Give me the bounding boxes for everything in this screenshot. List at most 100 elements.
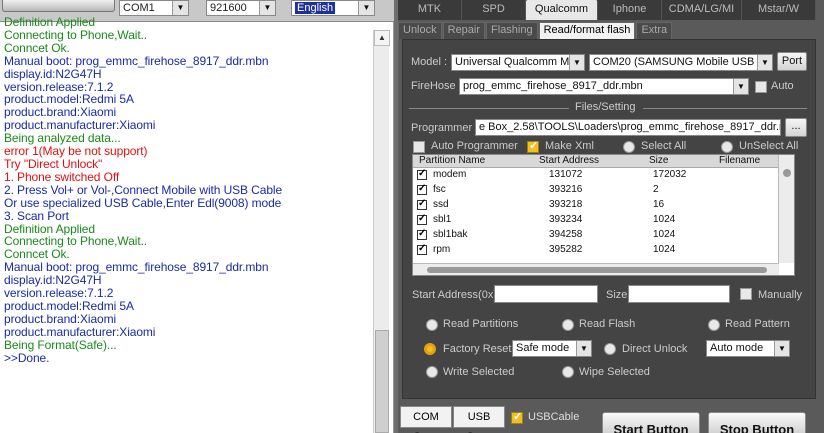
row-checkbox[interactable] — [417, 197, 427, 211]
tab-iphone[interactable]: Iphone — [598, 0, 662, 20]
tab-read-format-flash[interactable]: Read/format flash — [538, 22, 636, 39]
row-checkbox[interactable] — [417, 182, 427, 196]
firehose-value: prog_emmc_firehose_8917_ddr.mbn — [463, 80, 643, 92]
model-select[interactable]: Universal Qualcomm Met ▼ — [451, 54, 585, 71]
factory-reset-radio[interactable] — [424, 343, 436, 355]
col-partition-name[interactable]: Partition Name — [419, 155, 485, 167]
table-row[interactable]: ssd 393218 16 — [413, 197, 779, 212]
programmer-path-field[interactable]: e Box_2.58\TOOLS\Loaders\prog_emmc_fireh… — [475, 119, 781, 136]
log-scrollbar[interactable]: ▲ — [373, 30, 390, 433]
cell-size: 2 — [653, 184, 659, 195]
tab-flashing[interactable]: Flashing — [486, 22, 538, 39]
auto-programmer-checkbox[interactable] — [413, 141, 425, 153]
partition-table-header: Partition Name Start Address Size Filena… — [413, 155, 779, 168]
cell-name: sbl1bak — [433, 229, 468, 240]
cell-size: 16 — [653, 199, 665, 210]
auto-checkbox[interactable] — [755, 81, 767, 93]
chevron-down-icon: ▼ — [569, 55, 584, 70]
connect-button[interactable] — [2, 0, 115, 12]
log-line: version.release:7.1.2 — [4, 80, 114, 94]
read-flash-radio[interactable] — [562, 319, 574, 331]
read-pattern-label: Read Pattern — [725, 318, 790, 330]
cell-start: 394258 — [549, 229, 583, 240]
port-select[interactable]: COM1 ▼ — [119, 0, 189, 16]
row-checkbox[interactable] — [417, 167, 427, 181]
partition-hscrollbar[interactable] — [413, 263, 779, 275]
sub-tabs: Unlock Repair Flashing Read/format flash… — [398, 22, 673, 39]
log-line: product.brand:Xiaomi — [4, 106, 117, 120]
tab-unlock[interactable]: Unlock — [398, 22, 442, 39]
right-panel: MTK SPD Qualcomm Iphone CDMA/LG/MI Mstar… — [398, 0, 824, 433]
cell-name: fsc — [433, 184, 446, 195]
programmer-label: Programmer : — [411, 122, 478, 134]
log-line: 1. Phone switched Off — [4, 170, 120, 184]
log-line: Try "Direct Unlock" — [4, 157, 103, 171]
wipe-selected-radio[interactable] — [562, 366, 574, 378]
com-scan-button[interactable]: COM Scan — [400, 406, 452, 433]
select-all-label: Select All — [641, 140, 687, 152]
partition-vscrollbar[interactable] — [778, 155, 794, 263]
scroll-thumb[interactable] — [783, 169, 791, 177]
direct-unlock-radio[interactable] — [604, 343, 616, 355]
scroll-up-icon[interactable]: ▲ — [374, 30, 390, 46]
chevron-down-icon: ▼ — [733, 79, 748, 94]
col-filename[interactable]: Filename — [719, 155, 760, 167]
model-label: Model : — [411, 56, 448, 68]
stop-button[interactable]: Stop Button — [708, 412, 806, 433]
start-address-field[interactable] — [494, 285, 598, 303]
tab-repair[interactable]: Repair — [442, 22, 486, 39]
size-field[interactable] — [628, 285, 730, 303]
factory-reset-label: Factory Reset — [443, 343, 512, 355]
port-button[interactable]: Port — [777, 52, 807, 71]
row-checkbox[interactable] — [417, 212, 427, 226]
read-partitions-radio[interactable] — [426, 319, 438, 331]
usb-scan-button[interactable]: USB Scan — [453, 406, 505, 433]
firehose-select[interactable]: prog_emmc_firehose_8917_ddr.mbn ▼ — [459, 78, 749, 95]
log-line: error 1(May be not support) — [4, 145, 148, 158]
log-line: Manual boot: prog_emmc_firehose_8917_ddr… — [4, 54, 269, 68]
log-line: Conncet Ok. — [4, 41, 70, 55]
tab-qualcomm[interactable]: Qualcomm — [526, 0, 598, 20]
port-device-select[interactable]: COM20 (SAMSUNG Mobile USB Mo ▼ — [589, 54, 773, 71]
manually-checkbox[interactable] — [740, 288, 752, 300]
table-row[interactable]: sbl1 393234 1024 — [413, 212, 779, 227]
table-row[interactable]: modem 131072 172032 — [413, 167, 779, 182]
scroll-thumb[interactable] — [375, 330, 389, 433]
auto-programmer-label: Auto Programmer — [431, 140, 518, 152]
bottom-bar: COM Scan USB Scan USBCable Start Button … — [398, 402, 824, 433]
chevron-down-icon: ▼ — [774, 341, 789, 356]
language-select[interactable]: English ▼ — [291, 0, 375, 16]
log-line: product.model:Redmi 5A — [4, 299, 134, 313]
col-start-address[interactable]: Start Address — [539, 155, 599, 167]
read-pattern-radio[interactable] — [708, 319, 720, 331]
tab-mstar[interactable]: Mstar/W — [742, 0, 816, 20]
safe-mode-select[interactable]: Safe mode ▼ — [512, 340, 592, 357]
cell-start: 393218 — [549, 199, 583, 210]
select-all-radio[interactable] — [623, 141, 635, 153]
baud-select[interactable]: 921600 ▼ — [206, 0, 276, 16]
log-line: version.release:7.1.2 — [4, 287, 114, 300]
cell-start: 393216 — [549, 184, 583, 195]
usb-cable-label: USBCable — [528, 411, 580, 423]
write-selected-radio[interactable] — [426, 366, 438, 378]
main-tabs: MTK SPD Qualcomm Iphone CDMA/LG/MI Mstar… — [398, 0, 816, 20]
usb-cable-checkbox[interactable] — [511, 410, 523, 424]
chevron-down-icon: ▼ — [757, 55, 772, 70]
start-button[interactable]: Start Button — [602, 412, 700, 433]
row-checkbox[interactable] — [417, 227, 427, 241]
tab-mtk[interactable]: MTK — [398, 0, 462, 20]
col-size[interactable]: Size — [649, 155, 668, 167]
auto-mode-select[interactable]: Auto mode ▼ — [706, 340, 790, 357]
browse-button[interactable]: ... — [785, 118, 807, 137]
scroll-thumb[interactable] — [427, 267, 767, 273]
table-row[interactable]: rpm 395282 1024 — [413, 242, 779, 257]
tab-cdma[interactable]: CDMA/LG/MI — [662, 0, 742, 20]
unselect-all-radio[interactable] — [721, 141, 733, 153]
cell-name: rpm — [433, 244, 451, 255]
table-row[interactable]: sbl1bak 394258 1024 — [413, 227, 779, 242]
make-xml-checkbox[interactable] — [527, 139, 539, 153]
row-checkbox[interactable] — [417, 242, 427, 256]
tab-spd[interactable]: SPD — [462, 0, 526, 20]
tab-extra[interactable]: Extra — [636, 22, 673, 39]
table-row[interactable]: fsc 393216 2 — [413, 182, 779, 197]
